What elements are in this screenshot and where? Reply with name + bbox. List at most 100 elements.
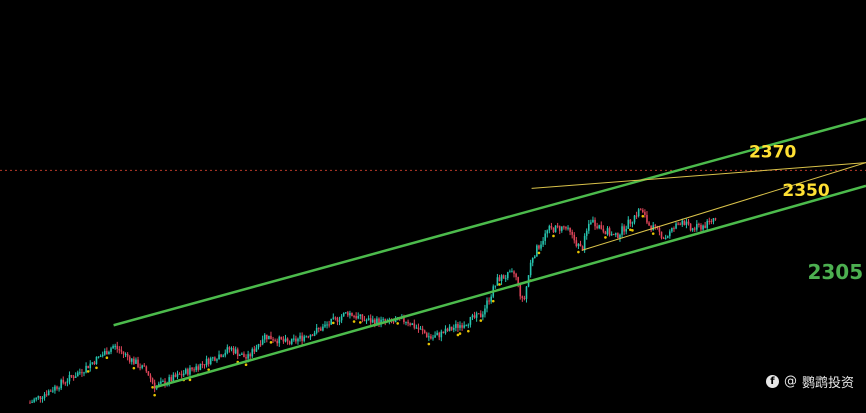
candle-body [209, 358, 212, 365]
candle-body [577, 243, 580, 247]
candle-body [199, 363, 202, 370]
candle-body [91, 362, 94, 364]
candle-body [467, 324, 470, 326]
candle-body [425, 333, 428, 338]
candle-body [696, 223, 698, 230]
candle-body [276, 340, 279, 344]
candle-body [228, 347, 231, 350]
candle-body [249, 354, 251, 357]
candle-body [610, 234, 613, 236]
candle-body [29, 402, 31, 404]
candle-body [85, 365, 87, 373]
candle-body [637, 209, 640, 217]
candle-body [99, 356, 102, 358]
candle-body [245, 357, 247, 359]
signal-dot [537, 251, 541, 255]
candle-body [363, 319, 366, 321]
candle-body [355, 316, 357, 319]
candle-body [430, 336, 432, 339]
candle-body [502, 275, 505, 279]
candle-body [619, 234, 621, 239]
candle-body [236, 349, 239, 356]
candle-body [691, 228, 694, 231]
candle-body [612, 234, 615, 236]
candle-body [214, 357, 216, 361]
candle-body [496, 277, 499, 286]
candle-body [654, 225, 657, 227]
candle-body [56, 386, 58, 389]
candle-body [592, 219, 594, 223]
candle-body [444, 328, 447, 334]
signal-dot [331, 321, 335, 325]
candle-body [261, 339, 264, 345]
candle-body [232, 348, 235, 354]
candle-body [666, 236, 669, 238]
candle-body [45, 394, 48, 396]
candle-body [344, 312, 347, 314]
signal-dot [151, 385, 154, 389]
candle-body [511, 271, 513, 273]
candle-body [500, 275, 503, 282]
candle-body [529, 262, 532, 276]
candle-body [234, 349, 237, 354]
candle-body [133, 358, 135, 364]
candle-body [671, 228, 673, 232]
candle-body [538, 245, 540, 249]
candle-body [257, 344, 260, 348]
candle-body [669, 231, 671, 237]
candle-body [74, 376, 77, 378]
signal-dot [479, 319, 483, 322]
candle-body [97, 356, 100, 358]
candle-body [176, 373, 179, 377]
candle-body [556, 225, 559, 227]
candle-body [185, 369, 187, 374]
candle-body [675, 223, 677, 229]
candle-body [180, 374, 183, 376]
candle-body [313, 332, 316, 336]
candle-body [147, 371, 150, 376]
candle-body [633, 215, 636, 223]
candle-body [548, 226, 551, 231]
candle-body [353, 315, 355, 317]
candle-body [411, 323, 414, 325]
candle-body [182, 373, 185, 376]
candle-body [461, 325, 463, 328]
candle-body [284, 338, 287, 342]
signal-dot [244, 363, 248, 366]
candle-body [334, 317, 337, 319]
candle-body [361, 314, 364, 320]
candle-body [320, 328, 322, 331]
signal-dot [467, 329, 470, 333]
candle-body [552, 227, 555, 233]
candle-body [621, 226, 623, 235]
candle-body [189, 367, 191, 375]
signal-dot [105, 356, 109, 360]
candle-body [432, 337, 434, 339]
candle-body [627, 219, 630, 229]
candle-body [450, 326, 453, 330]
candle-body [569, 227, 571, 232]
candle-body [382, 319, 384, 321]
candle-body [629, 219, 632, 224]
candle-body [288, 341, 291, 344]
candle-body [679, 223, 682, 225]
candle-body [681, 220, 684, 225]
candle-body [542, 240, 544, 245]
candle-body [506, 272, 509, 279]
candle-body [442, 331, 445, 334]
signal-dot [631, 229, 634, 232]
candle-body [583, 235, 586, 251]
candle-body [560, 226, 563, 231]
candle-body [606, 228, 609, 235]
signal-dot [352, 320, 356, 323]
candle-body [83, 372, 85, 374]
watermark-text: 鹦鹉投资 [801, 376, 854, 391]
candle-body [68, 374, 71, 382]
candle-body [247, 354, 249, 359]
candle-body [554, 225, 557, 233]
candle-body [303, 336, 306, 341]
at-symbol: @ [783, 374, 797, 389]
candle-body [490, 296, 492, 302]
candle-body [625, 228, 627, 232]
candle-body [340, 316, 343, 321]
